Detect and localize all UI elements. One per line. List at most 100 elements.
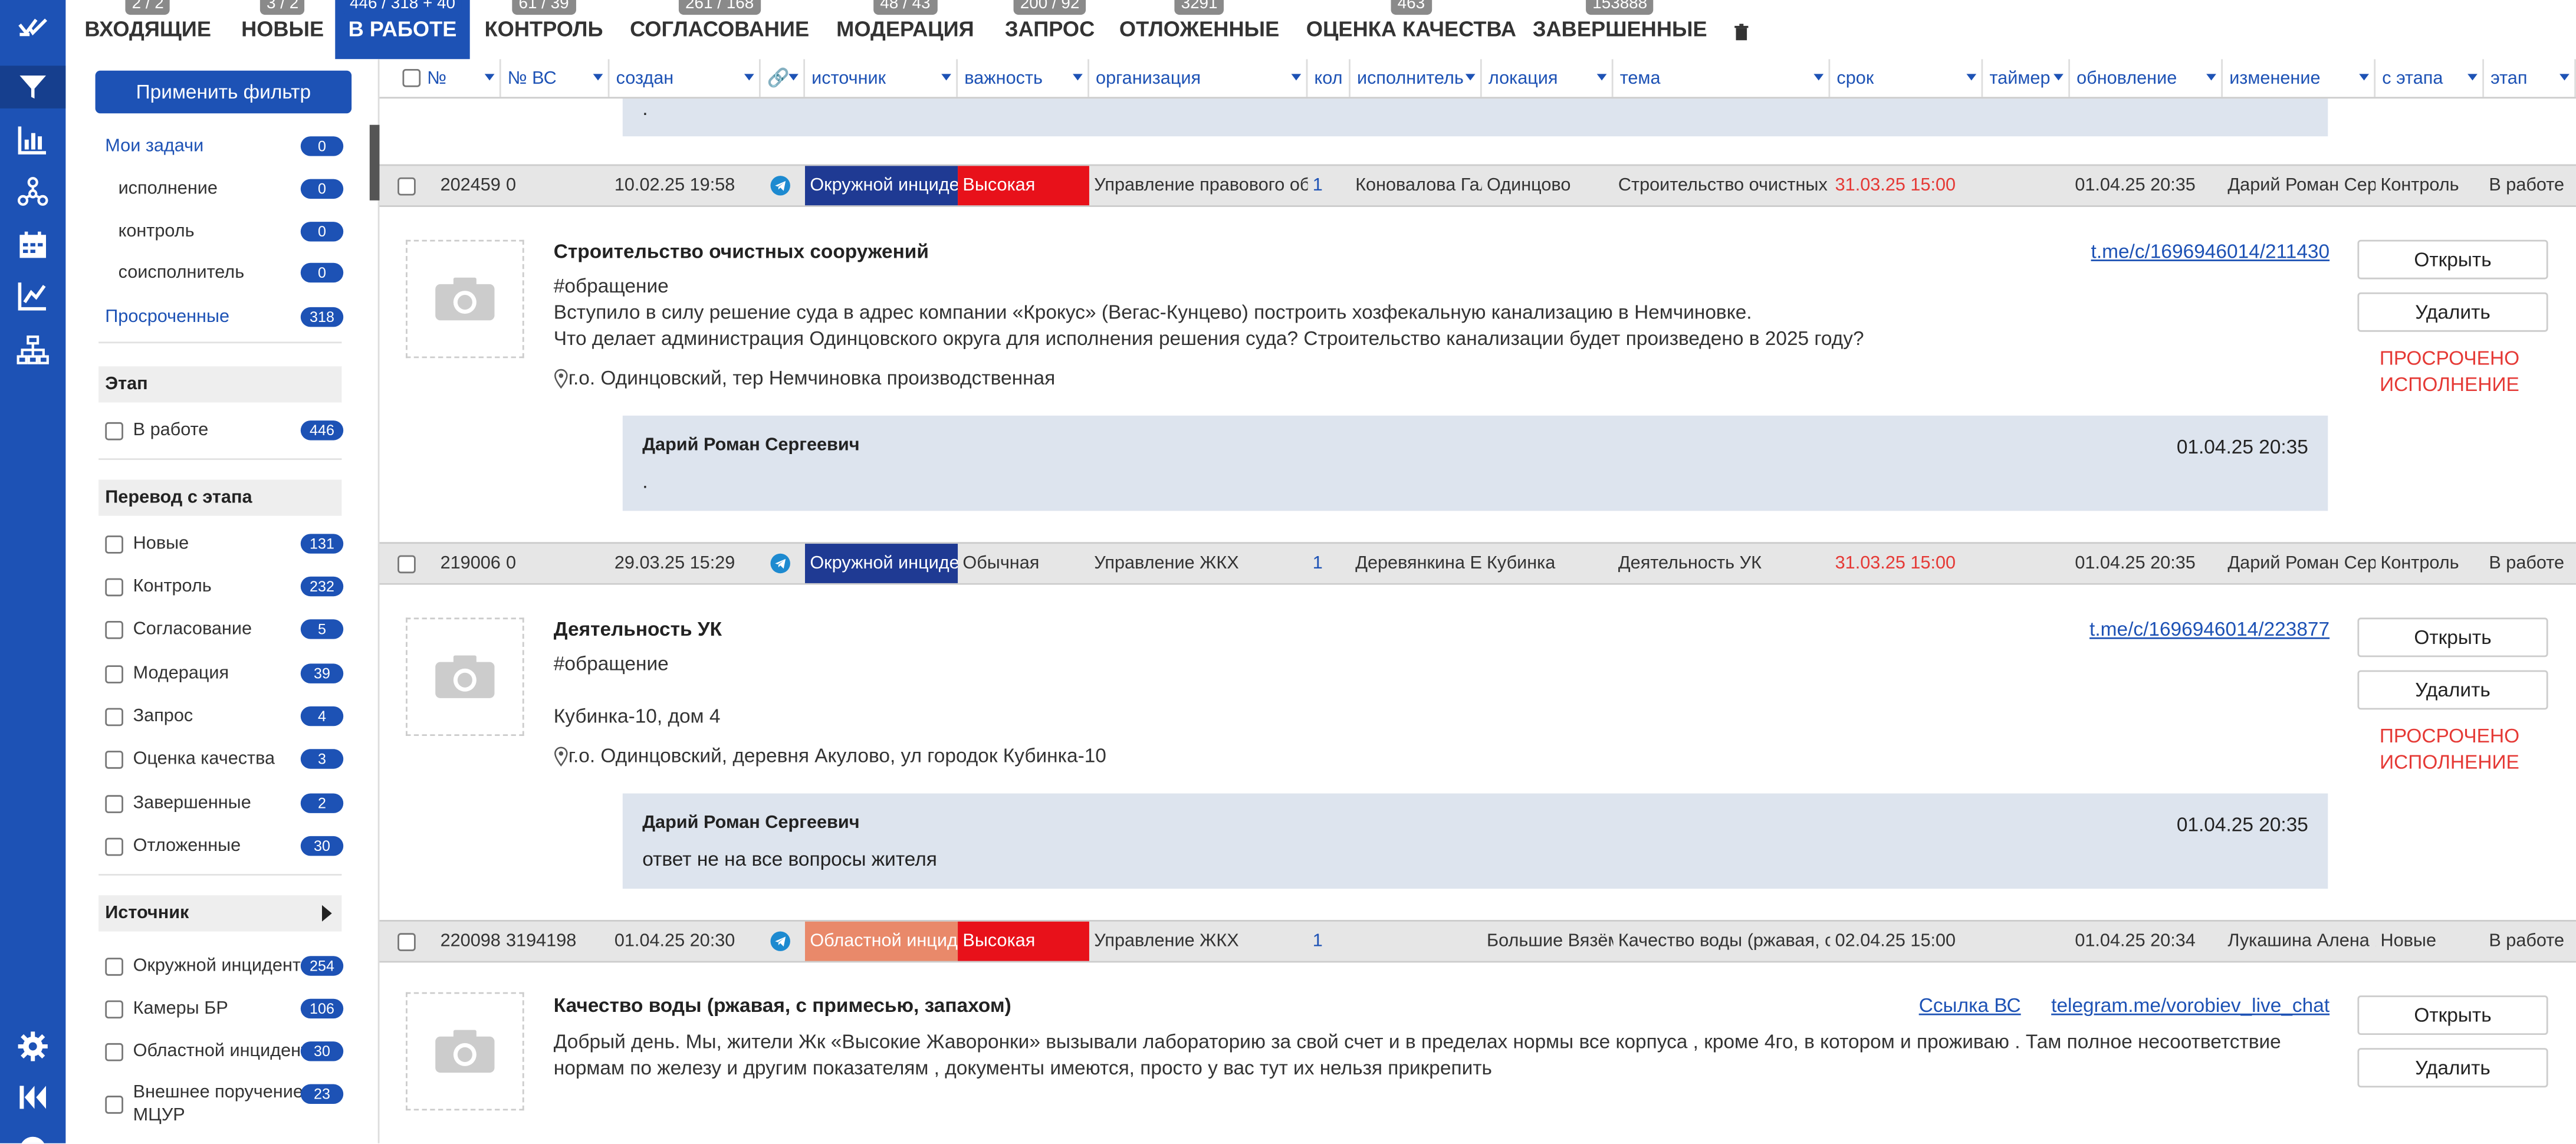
- tab-quality[interactable]: 463 ОЦЕНКА КАЧЕСТВА: [1301, 0, 1521, 59]
- filter-label: Модерация: [133, 663, 229, 683]
- checkbox[interactable]: [105, 837, 123, 855]
- filter-transfer-item[interactable]: Новые 131: [105, 527, 344, 560]
- filter-control[interactable]: контроль 0: [119, 215, 344, 248]
- trend-icon[interactable]: [13, 276, 52, 315]
- filter-stage-in-progress[interactable]: В работе 446: [105, 414, 344, 447]
- col-updated[interactable]: обновление: [2070, 59, 2223, 97]
- filter-transfer-item[interactable]: Запрос 4: [105, 700, 344, 733]
- delete-button[interactable]: Удалить: [2357, 1048, 2548, 1088]
- col-location[interactable]: локация: [1482, 59, 1614, 97]
- tab-postponed[interactable]: 3291 ОТЛОЖЕННЫЕ: [1119, 0, 1279, 59]
- filter-transfer-item[interactable]: Оценка качества 3: [105, 742, 344, 775]
- telegram-icon[interactable]: [765, 544, 805, 583]
- select-all-checkbox[interactable]: [402, 68, 421, 87]
- checkbox[interactable]: [105, 956, 123, 975]
- calendar-icon[interactable]: [13, 225, 52, 265]
- row-checkbox[interactable]: [379, 544, 429, 583]
- filter-scrollbar[interactable]: [369, 124, 380, 200]
- checkbox[interactable]: [105, 1096, 123, 1114]
- source-link[interactable]: t.me/c/1696946014/211430: [2091, 240, 2330, 263]
- source-link[interactable]: t.me/c/1696946014/223877: [2089, 617, 2329, 640]
- col-created[interactable]: создан: [609, 59, 761, 97]
- collapse-icon[interactable]: [13, 1077, 52, 1117]
- filter-my-tasks[interactable]: Мои задачи 0: [105, 130, 344, 163]
- delete-button[interactable]: Удалить: [2357, 670, 2548, 710]
- filter-icon[interactable]: [0, 65, 66, 109]
- vs-link[interactable]: Ссылка ВС: [1919, 994, 2021, 1017]
- checkbox[interactable]: [105, 749, 123, 768]
- col-timer[interactable]: таймер: [1983, 59, 2070, 97]
- col-number[interactable]: №: [379, 59, 501, 97]
- checkbox[interactable]: [105, 1000, 123, 1018]
- filter-transfer-item[interactable]: Согласование 5: [105, 613, 344, 646]
- open-button[interactable]: Открыть: [2357, 239, 2548, 280]
- telegram-icon[interactable]: [765, 922, 805, 961]
- checkbox[interactable]: [105, 534, 123, 553]
- row-checkbox[interactable]: [379, 166, 429, 205]
- filter-transfer-item[interactable]: Модерация 39: [105, 657, 344, 690]
- filter-source-item[interactable]: Внешнее поручение МЦУР 23: [105, 1081, 344, 1130]
- tab-in-progress[interactable]: 446 / 318 + 40 В РАБОТЕ: [335, 0, 470, 60]
- open-button[interactable]: Открыть: [2357, 995, 2548, 1035]
- filter-count: 5: [300, 619, 344, 639]
- col-source[interactable]: источник: [805, 59, 958, 97]
- row-checkbox[interactable]: [379, 922, 429, 961]
- apply-filter-button[interactable]: Применить фильтр: [95, 70, 352, 114]
- cell-timer: [1983, 166, 2070, 205]
- filter-transfer-item[interactable]: Контроль 232: [105, 570, 344, 603]
- tab-new[interactable]: 3 / 2 НОВЫЕ: [234, 0, 332, 59]
- delete-button[interactable]: Удалить: [2357, 292, 2548, 332]
- sort-icon: [2467, 74, 2478, 81]
- help-icon[interactable]: [13, 1130, 52, 1143]
- filter-source-item[interactable]: Камеры БР 106: [105, 992, 344, 1025]
- logo-icon[interactable]: [13, 10, 52, 50]
- col-importance[interactable]: важность: [958, 59, 1089, 97]
- tab-incoming[interactable]: 2 / 2 ВХОДЯЩИЕ: [69, 0, 226, 59]
- tab-control[interactable]: 61 / 39 КОНТРОЛЬ: [479, 0, 607, 59]
- bar-chart-icon[interactable]: [13, 120, 52, 159]
- tab-completed[interactable]: 153888 ЗАВЕРШЕННЫЕ: [1533, 0, 1707, 59]
- checkbox[interactable]: [105, 1042, 123, 1061]
- open-button[interactable]: Открыть: [2357, 617, 2548, 658]
- telegram-icon[interactable]: [765, 166, 805, 205]
- table-row[interactable]: 219006 0 29.03.25 15:29 Окружной инциден…: [379, 542, 2576, 585]
- filter-transfer-item[interactable]: Отложенные 30: [105, 830, 344, 863]
- checkbox[interactable]: [105, 620, 123, 639]
- col-deadline[interactable]: срок: [1830, 59, 1983, 97]
- table-row[interactable]: 220098 3194198 01.04.25 20:30 Областной …: [379, 919, 2576, 963]
- col-link[interactable]: 🔗: [761, 59, 805, 97]
- checkbox[interactable]: [105, 577, 123, 596]
- tab-approval[interactable]: 261 / 168 СОГЛАСОВАНИЕ: [627, 0, 811, 59]
- checkbox[interactable]: [105, 707, 123, 725]
- filter-execution[interactable]: исполнение 0: [119, 172, 344, 205]
- tab-badge: 463: [1391, 0, 1432, 15]
- filter-coexecutor[interactable]: соисполнитель 0: [119, 257, 344, 290]
- col-executor[interactable]: исполнитель: [1351, 59, 1482, 97]
- col-topic[interactable]: тема: [1614, 59, 1831, 97]
- source-section-title[interactable]: Источник: [98, 895, 342, 932]
- filter-transfer-item[interactable]: Завершенные 2: [105, 787, 344, 820]
- checkbox[interactable]: [105, 794, 123, 813]
- col-stage[interactable]: этап: [2484, 59, 2576, 97]
- col-vs[interactable]: № ВС: [501, 59, 610, 97]
- filter-overdue[interactable]: Просроченные 318: [105, 301, 344, 334]
- filter-source-item[interactable]: Областной инцидент 30: [105, 1035, 344, 1068]
- task-hashtag: #обращение: [553, 274, 669, 298]
- tab-moderation[interactable]: 48 / 43 МОДЕРАЦИЯ: [832, 0, 980, 59]
- checkbox[interactable]: [105, 421, 123, 440]
- checkbox[interactable]: [105, 664, 123, 683]
- col-from-stage[interactable]: с этапа: [2375, 59, 2484, 97]
- col-organization[interactable]: организация: [1089, 59, 1308, 97]
- network-icon[interactable]: [13, 172, 52, 212]
- col-count[interactable]: кол: [1307, 59, 1351, 97]
- filter-count: 232: [300, 576, 344, 597]
- trash-icon[interactable]: [1725, 0, 1758, 59]
- settings-icon[interactable]: [13, 1027, 52, 1066]
- source-link[interactable]: telegram.me/vorobiev_live_chat: [2051, 994, 2329, 1017]
- col-changed-by[interactable]: изменение: [2223, 59, 2376, 97]
- table-row[interactable]: 202459 0 10.02.25 19:58 Окружной инциден…: [379, 164, 2576, 207]
- org-structure-icon[interactable]: [13, 330, 52, 370]
- filter-count: 254: [300, 956, 344, 976]
- filter-source-item[interactable]: Окружной инцидент 254: [105, 949, 344, 982]
- tab-request[interactable]: 200 / 92 ЗАПРОС: [999, 0, 1101, 59]
